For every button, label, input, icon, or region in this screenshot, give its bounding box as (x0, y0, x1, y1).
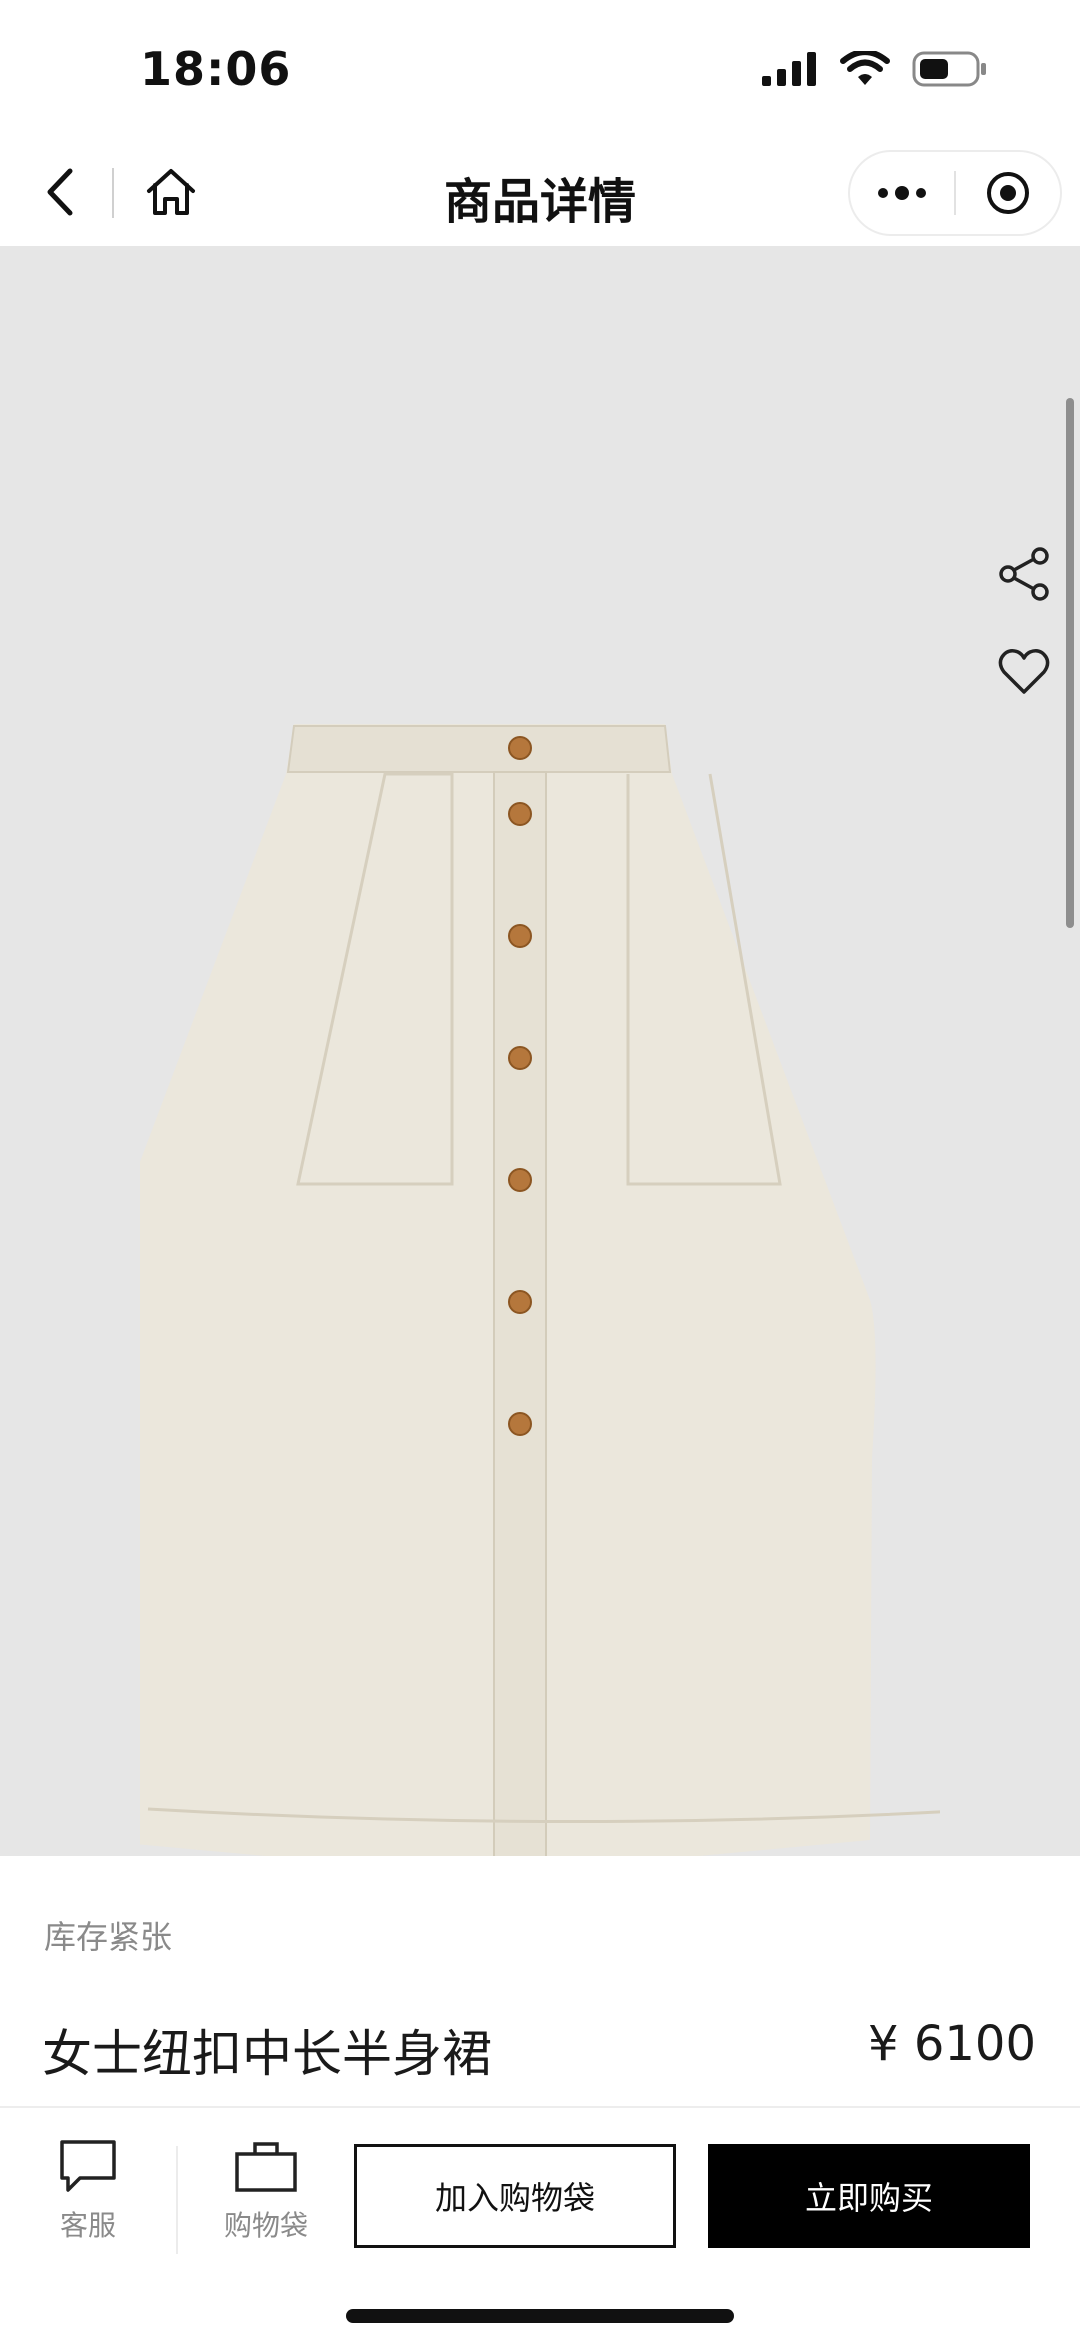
more-dots-icon (878, 186, 926, 200)
status-time: 18:06 (140, 42, 292, 96)
add-to-bag-button[interactable]: 加入购物袋 (354, 2144, 676, 2248)
share-icon (999, 547, 1049, 601)
chevron-left-icon (47, 168, 73, 216)
cellular-signal-icon (762, 52, 816, 86)
wifi-icon (840, 51, 890, 85)
home-indicator[interactable] (346, 2309, 734, 2323)
product-gallery[interactable] (0, 246, 1080, 1856)
bottom-divider (176, 2146, 178, 2254)
page-title: 商品详情 (443, 174, 636, 230)
shopping-bag-label: 购物袋 (223, 2209, 308, 2242)
customer-service-label: 客服 (59, 2209, 116, 2242)
product-price: ¥ 6100 (868, 2016, 1036, 2072)
status-bar: 18:06 (0, 0, 1080, 140)
nav-divider (112, 168, 114, 218)
scrollbar[interactable] (1066, 398, 1074, 928)
customer-service-button[interactable]: 客服 (40, 2138, 136, 2250)
bottom-action-bar: 客服 购物袋 加入购物袋 立即购买 (0, 2106, 1080, 2341)
back-button[interactable] (30, 162, 90, 222)
more-button[interactable] (850, 152, 954, 234)
target-circle-icon (986, 172, 1029, 214)
mini-program-capsule (848, 150, 1062, 236)
share-button[interactable] (996, 546, 1056, 606)
heart-icon (998, 649, 1050, 694)
home-button[interactable] (136, 162, 206, 222)
chat-bubble-icon (60, 2140, 116, 2192)
product-image[interactable] (140, 714, 940, 1856)
close-mini-program-button[interactable] (956, 152, 1060, 234)
home-icon (147, 169, 195, 215)
buy-now-button[interactable]: 立即购买 (708, 2144, 1030, 2248)
product-detail-page: 18:06 商品详情 库存紧张 女士纽扣中长半身裙 ¥ 6100 客服 购物袋 … (0, 0, 1080, 2341)
nav-bar: 商品详情 (0, 140, 1080, 246)
product-name: 女士纽扣中长半身裙 (42, 2025, 492, 2083)
shopping-bag-button[interactable]: 购物袋 (210, 2138, 322, 2250)
battery-icon (912, 51, 986, 87)
stock-status: 库存紧张 (44, 1918, 173, 1956)
status-icons (762, 50, 988, 88)
shopping-bag-icon (235, 2142, 297, 2192)
favorite-button[interactable] (996, 644, 1056, 704)
